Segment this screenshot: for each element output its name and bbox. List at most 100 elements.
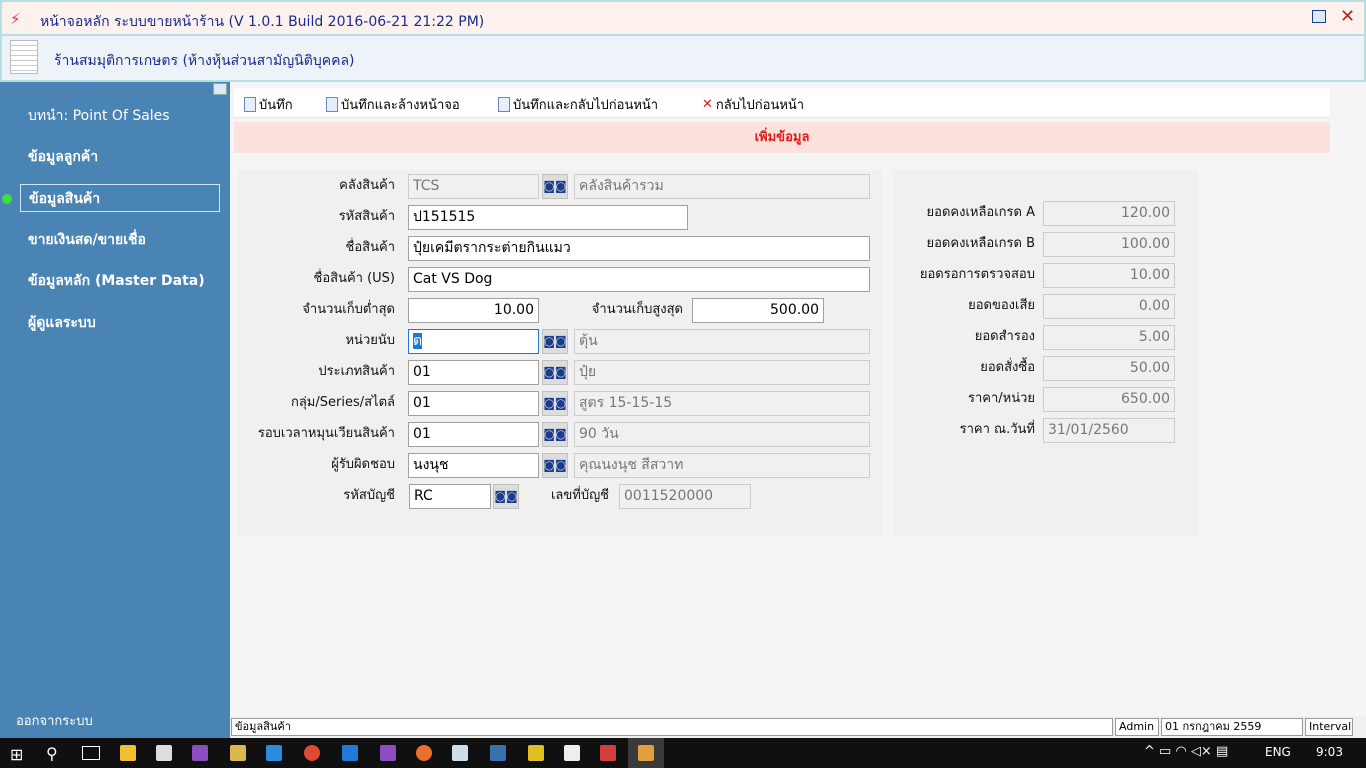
status-bar: ข้อมูลสินค้า Admin 01 กรกฎาคม 2559 00:00… (230, 716, 1366, 749)
type-search-button[interactable]: ◙◙ (542, 360, 568, 385)
group-label: กลุ่ม/Series/สไตล์ (290, 395, 395, 410)
sidebar-item-label: ข้อมูลลูกค้า (28, 149, 99, 165)
summary-value: 5.00 (1043, 325, 1175, 350)
owner-desc: คุณนงนุช สีสวาท (574, 453, 870, 478)
binoculars-icon: ◙◙ (543, 427, 567, 441)
sidebar-item-customers[interactable]: ข้อมูลลูกค้า (20, 143, 220, 171)
status-user: Admin (1115, 718, 1159, 736)
binoculars-icon: ◙◙ (543, 458, 567, 472)
tool-icon[interactable] (230, 745, 246, 761)
sidebar-item-sales[interactable]: ขายเงินสด/ขายเชื่อ (20, 226, 220, 254)
edge-icon[interactable] (342, 745, 358, 761)
tray-icons[interactable]: ^ ▭ ◠ ◁× ▤ (1144, 744, 1228, 759)
min-stock-label: จำนวนเก็บต่ำสุด (302, 302, 395, 317)
group-desc: สูตร 15-15-15 (574, 391, 870, 416)
back-button[interactable]: ✕ กลับไปก่อนหน้า (702, 94, 804, 115)
group-input[interactable]: 01 (408, 391, 539, 416)
task-view-icon[interactable] (82, 746, 100, 760)
firefox-icon[interactable] (416, 745, 432, 761)
summary-label: ยอดสำรอง (974, 329, 1035, 344)
close-icon[interactable]: ✕ (1340, 6, 1355, 27)
collapse-sidebar-icon[interactable] (213, 83, 227, 95)
save-button[interactable]: บันทึก (244, 94, 293, 115)
chrome-icon[interactable] (304, 745, 320, 761)
summary-label: ยอดของเสีย (968, 298, 1035, 313)
sidebar-item-label: ผู้ดูแลระบบ (28, 315, 96, 331)
save-clear-label: บันทึกและล้างหน้าจอ (341, 98, 460, 113)
warehouse-input[interactable]: TCS (408, 174, 539, 199)
photos-icon[interactable] (564, 745, 580, 761)
store-icon[interactable] (156, 745, 172, 761)
unit-input[interactable]: ต (408, 329, 539, 354)
type-input[interactable]: 01 (408, 360, 539, 385)
restore-icon[interactable] (1312, 10, 1326, 23)
save-icon (326, 97, 338, 112)
internet-explorer-icon[interactable] (266, 745, 282, 761)
clock[interactable]: 9:03 (1316, 745, 1343, 759)
save-back-button[interactable]: บันทึกและกลับไปก่อนหน้า (498, 94, 658, 115)
summary-value: 10.00 (1043, 263, 1175, 288)
summary-value: 50.00 (1043, 356, 1175, 381)
sidebar-item-intro[interactable]: บทนำ: Point Of Sales (20, 102, 220, 130)
shop-bar: ร้านสมมุติการเกษตร (ห้างหุ้นส่วนสามัญนิต… (0, 36, 1366, 82)
cancel-icon: ✕ (702, 97, 713, 112)
status-screen: ข้อมูลสินค้า (231, 718, 1113, 736)
type-label: ประเภทสินค้า (318, 364, 395, 379)
unit-value: ต (413, 333, 423, 349)
unit-desc: ตุ้น (574, 329, 870, 354)
visual-studio-icon[interactable] (192, 745, 208, 761)
app2-icon[interactable] (528, 745, 544, 761)
warehouse-search-button[interactable]: ◙◙ (542, 174, 568, 199)
save-icon (244, 97, 256, 112)
name-input[interactable]: ปุ๋ยเคมีตรากระต่ายกินแมว (408, 236, 870, 261)
language-indicator[interactable]: ENG (1265, 745, 1291, 759)
group-search-button[interactable]: ◙◙ (542, 391, 568, 416)
start-icon[interactable]: ⊞ (10, 745, 23, 764)
status-interval: Interval (1305, 718, 1353, 736)
binoculars-icon: ◙◙ (543, 179, 567, 193)
active-app-button[interactable] (628, 738, 664, 768)
warehouse-label: คลังสินค้า (339, 178, 395, 193)
binoculars-icon: ◙◙ (543, 396, 567, 410)
name-us-label: ชื่อสินค้า (US) (313, 271, 396, 286)
cycle-input[interactable]: 01 (408, 422, 539, 447)
code-input[interactable]: ป151515 (408, 205, 688, 230)
file-explorer-icon[interactable] (120, 745, 136, 761)
sidebar-item-label: บทนำ: Point Of Sales (28, 108, 170, 124)
owner-search-button[interactable]: ◙◙ (542, 453, 568, 478)
summary-value: 650.00 (1043, 387, 1175, 412)
cycle-search-button[interactable]: ◙◙ (542, 422, 568, 447)
visual-studio-2-icon[interactable] (380, 745, 396, 761)
unit-search-button[interactable]: ◙◙ (542, 329, 568, 354)
search-icon[interactable]: ⚲ (46, 744, 58, 763)
window-title: หน้าจอหลัก ระบบขายหน้าร้าน (V 1.0.1 Buil… (40, 14, 485, 30)
account-search-button[interactable]: ◙◙ (493, 484, 519, 509)
type-desc: ปุ๋ย (574, 360, 870, 385)
sidebar-item-master-data[interactable]: ข้อมูลหลัก (Master Data) (20, 267, 220, 295)
save-clear-button[interactable]: บันทึกและล้างหน้าจอ (326, 94, 460, 115)
cycle-desc: 90 วัน (574, 422, 870, 447)
owner-input[interactable]: นงนุช (408, 453, 539, 478)
summary-value: 120.00 (1043, 201, 1175, 226)
logout-link[interactable]: ออกจากระบบ (16, 710, 93, 731)
max-stock-input[interactable]: 500.00 (692, 298, 824, 323)
sidebar-item-label: ข้อมูลหลัก (Master Data) (28, 273, 205, 289)
summary-value: 100.00 (1043, 232, 1175, 257)
min-stock-input[interactable]: 10.00 (408, 298, 539, 323)
warehouse-desc: คลังสินค้ารวม (574, 174, 870, 199)
account-input[interactable]: RC (409, 484, 491, 509)
sidebar-item-products[interactable]: ข้อมูลสินค้า (20, 184, 220, 212)
summary-label: ยอดคงเหลือเกรด A (926, 205, 1035, 220)
form-header: เพิ่มข้อมูล (234, 122, 1330, 153)
owner-label: ผู้รับผิดชอบ (331, 457, 395, 472)
app3-icon[interactable] (600, 745, 616, 761)
app-icon[interactable] (490, 745, 506, 761)
summary-label: ยอดสั่งซื้อ (980, 360, 1035, 375)
summary-label: ยอดรอการตรวจสอบ (919, 267, 1035, 282)
sidebar-item-admin[interactable]: ผู้ดูแลระบบ (20, 309, 220, 337)
name-us-input[interactable]: Cat VS Dog (408, 267, 870, 292)
notepad-icon[interactable] (452, 745, 468, 761)
taskbar: ⊞ ⚲ ^ ▭ ◠ ◁× ▤ ENG 9:03 (0, 738, 1366, 768)
save-label: บันทึก (259, 98, 293, 113)
app-icon: ⚡ (10, 10, 21, 28)
